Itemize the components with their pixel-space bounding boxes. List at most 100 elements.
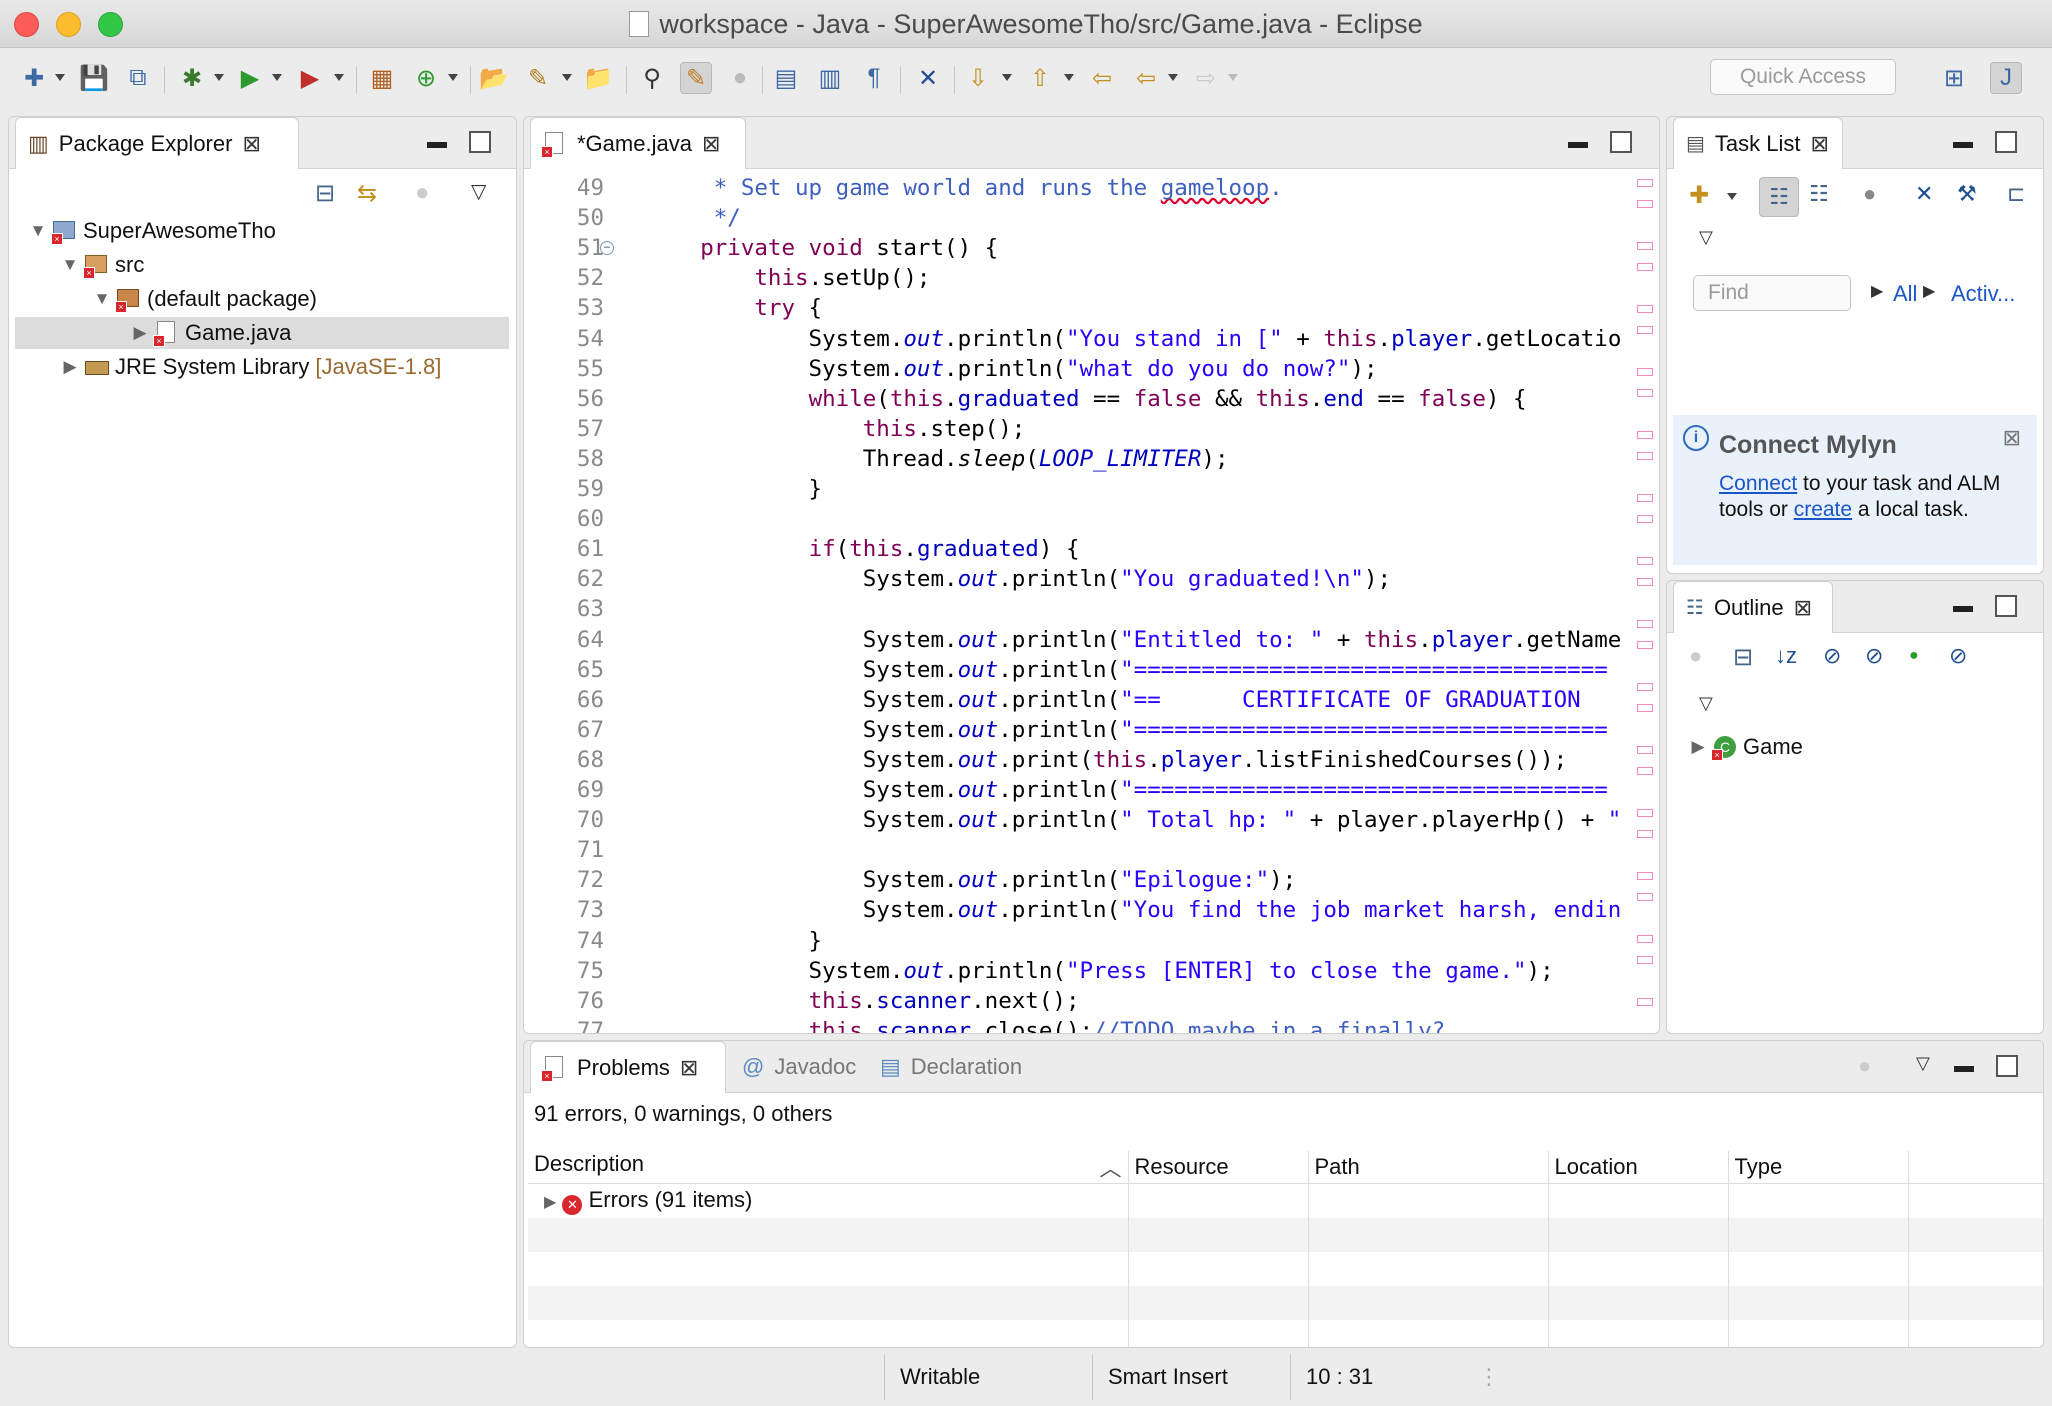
paragraph-icon[interactable]: ¶: [858, 62, 890, 94]
code-line[interactable]: 56 while(this.graduated == false && this…: [524, 384, 1659, 414]
code-line[interactable]: 60: [524, 504, 1659, 534]
code-line[interactable]: 77 this.scanner.close();//TODO maybe in …: [524, 1016, 1659, 1033]
overview-ruler-marker[interactable]: [1637, 557, 1653, 565]
search-icon[interactable]: ⚲: [636, 62, 668, 94]
back-icon[interactable]: ⇦: [1130, 62, 1162, 94]
filter-all-link[interactable]: All: [1893, 281, 1917, 307]
overview-ruler-marker[interactable]: [1637, 620, 1653, 628]
overview-ruler-marker[interactable]: [1637, 431, 1653, 439]
chevron-down-icon[interactable]: ▼: [29, 221, 47, 241]
code-line[interactable]: 59 }: [524, 474, 1659, 504]
column-header-description[interactable]: Description ︿: [528, 1151, 1129, 1184]
code-line[interactable]: 53 try {: [524, 293, 1659, 323]
open-task-icon[interactable]: ✎: [522, 62, 554, 94]
hide-static-icon[interactable]: ⊘: [1865, 643, 1883, 669]
chevron-down-icon[interactable]: ▼: [93, 289, 111, 309]
overview-ruler-marker[interactable]: [1637, 515, 1653, 523]
run-icon[interactable]: ▶: [234, 62, 266, 94]
maximize-icon[interactable]: [1995, 595, 2017, 623]
minimize-icon[interactable]: ▬: [1953, 131, 1973, 154]
fold-icon[interactable]: −: [600, 241, 614, 256]
find-input[interactable]: Find: [1693, 275, 1851, 311]
show-whitespace-icon[interactable]: ●: [724, 62, 756, 94]
minimize-icon[interactable]: ▬: [1953, 595, 1973, 618]
overview-ruler-marker[interactable]: [1637, 263, 1653, 271]
chevron-down-icon[interactable]: [334, 74, 344, 81]
code-line[interactable]: 63: [524, 594, 1659, 624]
open-perspective-icon[interactable]: ⊞: [1938, 62, 1970, 94]
hide-fields-icon[interactable]: ⊘: [1823, 643, 1841, 669]
view-menu-chevron-down-icon[interactable]: ▽: [1699, 693, 1713, 714]
tree-item-project[interactable]: ▼ × SuperAwesomeTho: [29, 215, 276, 247]
column-header-type[interactable]: Type: [1728, 1151, 1909, 1184]
chevron-right-icon[interactable]: ▶: [544, 1194, 556, 1211]
open-resource-icon[interactable]: 📁: [582, 62, 614, 94]
code-line[interactable]: 76 this.scanner.next();: [524, 986, 1659, 1016]
debug-icon[interactable]: ✱: [176, 62, 208, 94]
sort-icon[interactable]: ↓z: [1775, 643, 1797, 669]
drag-handle-icon[interactable]: ⋮: [1478, 1364, 1500, 1390]
code-line[interactable]: 58 Thread.sleep(LOOP_LIMITER);: [524, 444, 1659, 474]
next-edit-location-icon[interactable]: ⇩: [962, 62, 994, 94]
column-header-location[interactable]: Location: [1548, 1151, 1729, 1184]
chevron-down-icon[interactable]: ▼: [61, 255, 79, 275]
new-icon[interactable]: ✚: [18, 62, 50, 94]
pin-editor-icon[interactable]: ✕: [912, 62, 944, 94]
code-line[interactable]: 54 System.out.println("You stand in [" +…: [524, 324, 1659, 354]
close-icon[interactable]: ⊠: [680, 1055, 698, 1081]
chevron-down-icon[interactable]: [448, 74, 458, 81]
code-line[interactable]: 61 if(this.graduated) {: [524, 534, 1659, 564]
java-perspective-icon[interactable]: J: [1990, 62, 2022, 94]
code-line[interactable]: 55 System.out.println("what do you do no…: [524, 354, 1659, 384]
focus-icon[interactable]: ●: [1858, 1053, 1871, 1079]
tree-item-game-java[interactable]: ▶ × Game.java: [15, 317, 509, 349]
close-icon[interactable]: ⊠: [2003, 425, 2021, 451]
chevron-down-icon[interactable]: [1064, 74, 1074, 81]
overview-ruler-marker[interactable]: [1637, 200, 1653, 208]
view-menu-chevron-down-icon[interactable]: ▽: [1916, 1053, 1930, 1074]
new-class-icon[interactable]: ⊕: [410, 62, 442, 94]
previous-edit-location-icon[interactable]: ⇧: [1024, 62, 1056, 94]
overview-ruler-marker[interactable]: [1637, 872, 1653, 880]
overview-ruler-marker[interactable]: [1637, 704, 1653, 712]
overview-ruler-marker[interactable]: [1637, 893, 1653, 901]
focus-icon[interactable]: ●: [1863, 181, 1876, 207]
overview-ruler-marker[interactable]: [1637, 956, 1653, 964]
tab-javadoc[interactable]: @ Javadoc: [730, 1041, 868, 1093]
chevron-right-icon[interactable]: ▶: [61, 357, 79, 377]
view-menu-chevron-down-icon[interactable]: ▽: [1699, 227, 1713, 248]
chevron-down-icon[interactable]: [55, 74, 65, 81]
last-edit-location-icon[interactable]: ⇦: [1086, 62, 1118, 94]
code-line[interactable]: 74 }: [524, 926, 1659, 956]
overview-ruler-marker[interactable]: [1637, 683, 1653, 691]
focus-icon[interactable]: ●: [415, 179, 430, 207]
minimize-icon[interactable]: ▬: [427, 131, 447, 154]
block-selection-icon[interactable]: ▥: [814, 62, 846, 94]
code-line[interactable]: 72 System.out.println("Epilogue:");: [524, 865, 1659, 895]
chevron-down-icon[interactable]: [214, 74, 224, 81]
column-header-resource[interactable]: Resource: [1128, 1151, 1309, 1184]
new-package-icon[interactable]: ▦: [366, 62, 398, 94]
overview-ruler-marker[interactable]: [1637, 326, 1653, 334]
hide-local-types-icon[interactable]: ⊘: [1949, 643, 1967, 669]
code-line[interactable]: 51 private void start() {−: [524, 233, 1659, 263]
chevron-right-icon[interactable]: ▶: [131, 323, 149, 343]
code-line[interactable]: 73 System.out.println("You find the job …: [524, 895, 1659, 925]
code-line[interactable]: 50 */: [524, 203, 1659, 233]
maximize-icon[interactable]: [1995, 131, 2017, 159]
focus-icon[interactable]: ●: [1689, 643, 1702, 669]
overview-ruler-marker[interactable]: [1637, 305, 1653, 313]
scheduled-icon[interactable]: ☷: [1809, 181, 1829, 207]
code-line[interactable]: 70 System.out.println(" Total hp: " + pl…: [524, 805, 1659, 835]
save-all-icon[interactable]: ⧉: [122, 62, 154, 94]
tab-task-list[interactable]: ▤ Task List ⊠: [1673, 117, 1843, 169]
overview-ruler-marker[interactable]: [1637, 368, 1653, 376]
categorized-icon[interactable]: ☷: [1759, 177, 1799, 217]
chevron-down-icon[interactable]: [1228, 74, 1238, 81]
tree-item-jre-library[interactable]: ▶ JRE System Library [JavaSE-1.8]: [61, 351, 441, 383]
overview-ruler-marker[interactable]: [1637, 746, 1653, 754]
code-line[interactable]: 52 this.setUp();: [524, 263, 1659, 293]
collapse-icon[interactable]: ⊏: [2007, 181, 2025, 207]
code-line[interactable]: 49 * Set up game world and runs the game…: [524, 173, 1659, 203]
close-icon[interactable]: ⊠: [1811, 131, 1829, 157]
